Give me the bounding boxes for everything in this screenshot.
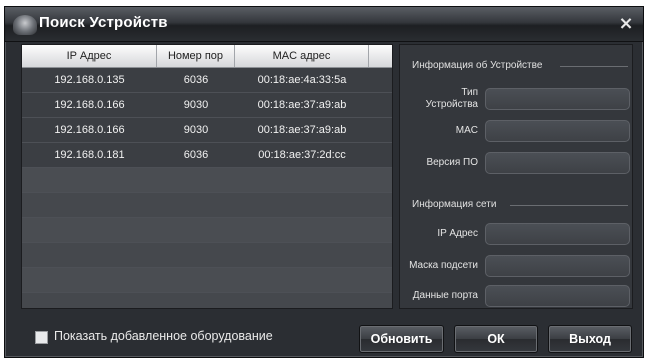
cell-mac: 00:18:ae:37:2d:cc: [258, 149, 346, 161]
empty-row: [22, 193, 392, 218]
empty-row: [22, 243, 392, 268]
close-icon[interactable]: ×: [615, 13, 637, 35]
table-header: IP Адрес Номер пор MAC адрес: [22, 45, 392, 68]
cell-ip: 192.168.0.181: [54, 149, 125, 161]
exit-button[interactable]: Выход: [548, 325, 632, 353]
cell-ip: 192.168.0.166: [54, 99, 125, 111]
subnet-mask-field[interactable]: [485, 255, 630, 277]
empty-row: [22, 168, 392, 193]
cell-port: 9030: [183, 99, 209, 111]
title-bar[interactable]: Поиск Устройств ×: [5, 7, 643, 42]
firmware-version-field[interactable]: [485, 152, 630, 174]
device-type-label-line2: Устройства: [425, 99, 478, 110]
column-header-port[interactable]: Номер пор: [157, 45, 235, 67]
column-header-ip[interactable]: IP Адрес: [22, 45, 157, 67]
section-divider: [560, 66, 628, 67]
mac-label: MAC: [455, 125, 478, 136]
table-row[interactable]: 192.168.0.166 9030 00:18:ae:37:a9:ab: [22, 93, 392, 118]
cell-mac: 00:18:ae:37:a9:ab: [257, 99, 347, 111]
cell-ip: 192.168.0.135: [54, 74, 125, 86]
section-divider: [510, 205, 628, 206]
device-table: IP Адрес Номер пор MAC адрес 192.168.0.1…: [21, 44, 393, 309]
cell-mac: 00:18:ae:37:a9:ab: [257, 124, 347, 136]
ip-address-label: IP Адрес: [437, 228, 478, 239]
device-type-label-line1: Тип: [461, 87, 478, 98]
device-type-field[interactable]: [485, 88, 630, 110]
ip-address-field[interactable]: [485, 223, 630, 245]
dialog-title: Поиск Устройств: [39, 14, 168, 31]
info-panel: Информация об Устройстве Тип Устройства …: [399, 44, 633, 309]
show-added-label[interactable]: Показать добавленное оборудование: [54, 329, 273, 343]
cell-port: 6036: [183, 149, 209, 161]
table-row[interactable]: 192.168.0.181 6036 00:18:ae:37:2d:cc: [22, 143, 392, 168]
cell-port: 9030: [183, 124, 209, 136]
table-row[interactable]: 192.168.0.166 9030 00:18:ae:37:a9:ab: [22, 118, 392, 143]
empty-row: [22, 268, 392, 293]
firmware-version-label: Версия ПО: [426, 157, 478, 168]
cell-ip: 192.168.0.166: [54, 124, 125, 136]
ok-button[interactable]: ОК: [454, 325, 538, 353]
show-added-checkbox[interactable]: [35, 331, 48, 344]
column-header-mac[interactable]: MAC адрес: [235, 45, 369, 67]
table-row[interactable]: 192.168.0.135 6036 00:18:ae:4a:33:5a: [22, 68, 392, 93]
device-search-dialog: Поиск Устройств × IP Адрес Номер пор MAC…: [4, 6, 644, 358]
empty-row: [22, 218, 392, 243]
empty-row: [22, 293, 392, 308]
device-info-section-title: Информация об Устройстве: [412, 60, 543, 71]
app-icon: [13, 15, 37, 35]
refresh-button[interactable]: Обновить: [359, 325, 444, 353]
mac-field[interactable]: [485, 120, 630, 142]
column-header-blank: [369, 45, 392, 67]
cell-port: 6036: [183, 74, 209, 86]
subnet-mask-label: Маска подсети: [409, 260, 478, 271]
port-data-label: Данные порта: [412, 290, 478, 301]
network-info-section-title: Информация сети: [412, 199, 497, 210]
port-data-field[interactable]: [485, 285, 630, 307]
cell-mac: 00:18:ae:4a:33:5a: [257, 74, 347, 86]
